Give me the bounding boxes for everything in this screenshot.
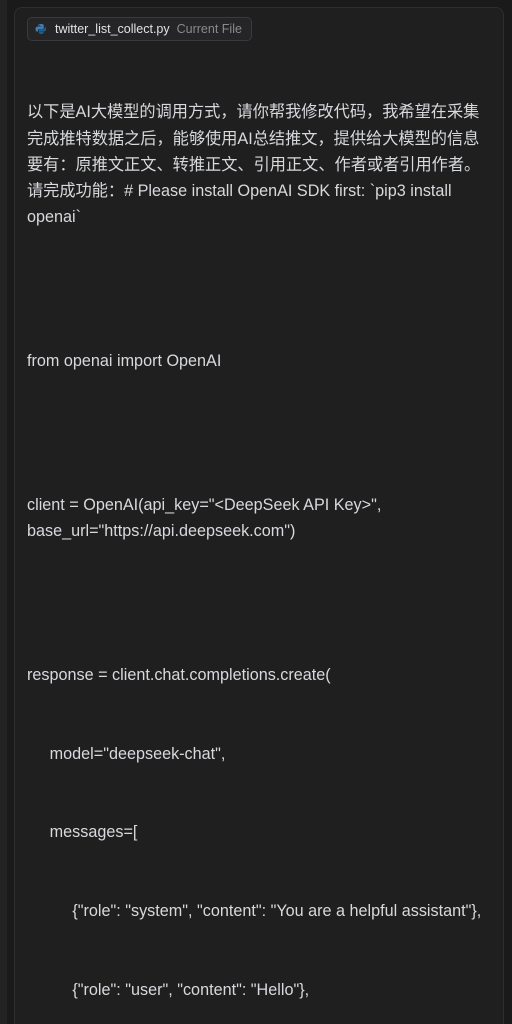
- user-prompt-text: 以下是AI大模型的调用方式，请你帮我修改代码，我希望在采集完成推特数据之后，能够…: [27, 47, 491, 1024]
- vertical-scrollbar[interactable]: [505, 0, 512, 1024]
- prompt-paragraph: 以下是AI大模型的调用方式，请你帮我修改代码，我希望在采集完成推特数据之后，能够…: [27, 103, 481, 227]
- prompt-code-line: {"role": "system", "content": "You are a…: [72, 902, 482, 921]
- prompt-code-line: messages=[: [49, 823, 138, 842]
- context-file-chip[interactable]: twitter_list_collect.py Current File: [27, 17, 252, 41]
- prompt-code-line: model="deepseek-chat",: [49, 744, 226, 763]
- left-gutter-rail: [0, 0, 7, 1024]
- chat-scroll-container[interactable]: twitter_list_collect.py Current File 以下是…: [7, 0, 512, 1024]
- chip-filename: twitter_list_collect.py: [55, 22, 170, 36]
- prompt-code-line: client = OpenAI(api_key="<DeepSeek API K…: [27, 496, 386, 541]
- prompt-code-line: response = client.chat.completions.creat…: [27, 666, 331, 685]
- chip-context-label: Current File: [176, 22, 242, 36]
- prompt-code-line: from openai import OpenAI: [27, 352, 222, 371]
- user-message-bubble: twitter_list_collect.py Current File 以下是…: [14, 7, 504, 1024]
- prompt-code-line: {"role": "user", "content": "Hello"},: [72, 980, 310, 999]
- ai-chat-panel: twitter_list_collect.py Current File 以下是…: [0, 0, 512, 1024]
- python-file-icon: [35, 23, 46, 34]
